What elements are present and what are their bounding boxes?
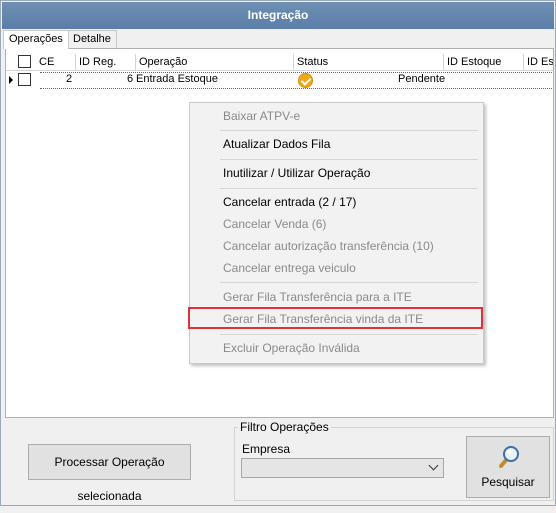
menu-item-atualizar-dados-fila[interactable]: Atualizar Dados Fila [223, 134, 330, 154]
context-menu: Baixar ATPV-e Atualizar Dados Fila Inuti… [188, 102, 484, 364]
menu-separator [220, 334, 478, 335]
menu-separator [220, 282, 478, 283]
magnifier-icon [499, 446, 519, 468]
menu-item-cancelar-venda[interactable]: Cancelar Venda (6) [223, 214, 326, 234]
column-header-ce[interactable]: CE [36, 54, 76, 71]
column-header-id-reg[interactable]: ID Reg. [76, 54, 136, 71]
row-ce-checkbox[interactable] [18, 73, 31, 86]
filter-group-title: Filtro Operações [238, 420, 331, 434]
empresa-select[interactable] [241, 458, 444, 478]
window-title: Integração [2, 2, 554, 29]
tab-operacoes[interactable]: Operações [3, 30, 69, 49]
integration-window: Integração Operações Detalhe CE ID Reg. … [0, 0, 556, 506]
column-header-id-estoque[interactable]: ID Estoque [444, 54, 524, 71]
cell-operacao-num: 6 [127, 73, 134, 85]
menu-separator [220, 188, 478, 189]
column-header-id-es[interactable]: ID Es [524, 54, 553, 71]
menu-item-gerar-fila-para-ite[interactable]: Gerar Fila Transferência para a ITE [223, 287, 412, 307]
chevron-down-icon [428, 460, 439, 471]
table-row[interactable]: 2 6 Entrada Estoque Pendente [6, 72, 553, 89]
menu-item-cancelar-entrada[interactable]: Cancelar entrada (2 / 17) [223, 192, 356, 212]
column-header-operacao[interactable]: Operação [136, 54, 294, 71]
search-button-label: Pesquisar [481, 475, 535, 489]
select-all-checkbox[interactable] [18, 55, 31, 68]
highlight-rectangle [188, 307, 483, 329]
tab-detalhe[interactable]: Detalhe [67, 30, 117, 48]
current-row-indicator-icon [9, 76, 13, 84]
menu-item-cancelar-entrega[interactable]: Cancelar entrega veiculo [223, 258, 356, 278]
column-header-status[interactable]: Status [294, 54, 444, 71]
header-select-all-cell [6, 54, 36, 71]
grid-header: CE ID Reg. Operação Status ID Estoque ID… [6, 54, 553, 71]
empresa-label: Empresa [242, 442, 291, 456]
menu-separator [220, 130, 478, 131]
check-circle-icon [298, 73, 313, 88]
menu-item-excluir-operacao[interactable]: Excluir Operação Inválida [223, 338, 360, 358]
menu-item-cancelar-autorizacao[interactable]: Cancelar autorização transferência (10) [223, 236, 434, 256]
search-button[interactable]: Pesquisar [466, 436, 550, 498]
process-operation-button[interactable]: Processar Operação selecionada [28, 444, 191, 503]
cell-id-reg: 2 [66, 73, 73, 85]
menu-item-baixar-atpv[interactable]: Baixar ATPV-e [223, 106, 300, 126]
menu-separator [220, 159, 478, 160]
cell-status: Pendente [398, 73, 446, 85]
menu-item-inutilizar-utilizar[interactable]: Inutilizar / Utilizar Operação [223, 163, 370, 183]
cell-operacao: Entrada Estoque [136, 73, 218, 85]
